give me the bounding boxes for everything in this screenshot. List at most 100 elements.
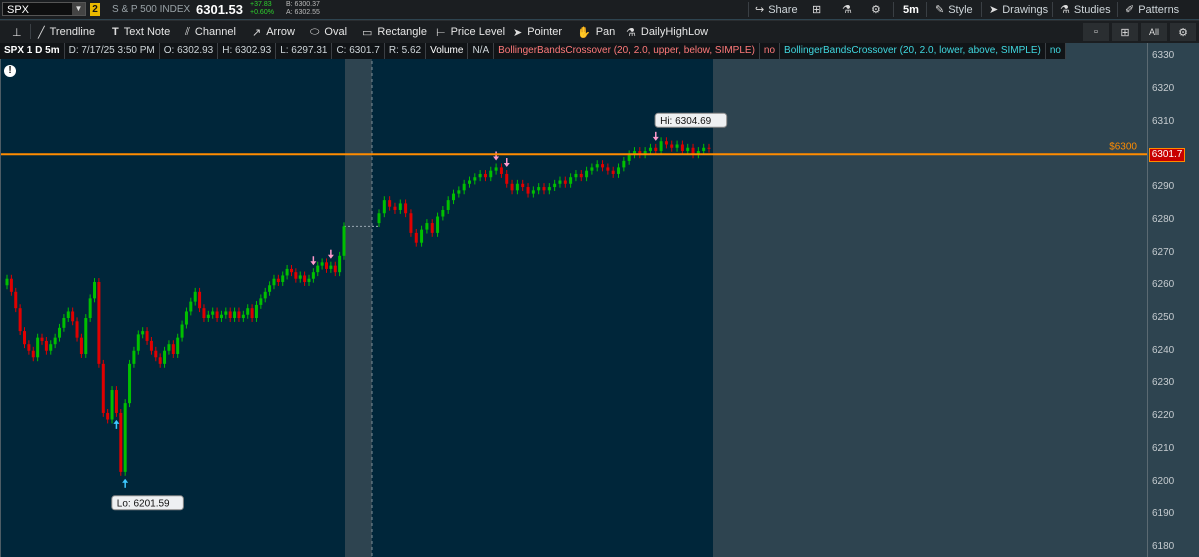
all-button[interactable]: All [1141, 23, 1167, 41]
price-chart[interactable]: $6300 Hi: 6304.69 Lo: 6201.59 [1, 43, 1148, 557]
candle-body [23, 331, 27, 345]
multi-layout-button[interactable]: ⊞ [1112, 23, 1138, 41]
candle-body [215, 311, 219, 319]
candle-body [110, 390, 114, 420]
candle-body [526, 187, 530, 194]
candle-body [211, 311, 215, 315]
settings-button[interactable]: ⚙ [871, 0, 885, 19]
candle-body [324, 262, 328, 269]
candle-body [316, 265, 320, 273]
link-group-badge[interactable]: 2 [90, 3, 100, 16]
tool-trendline[interactable]: ╱ Trendline [38, 21, 95, 43]
candle-body [237, 311, 241, 319]
symbol-dropdown-icon[interactable]: ▼ [72, 3, 85, 15]
candle-body [521, 183, 525, 188]
chart-gear-icon: ⚙ [1178, 26, 1188, 39]
all-icon: All [1148, 27, 1159, 37]
header-bar: SPX ▼ 2 S & P 500 INDEX 6301.53 +37.83 +… [0, 0, 1199, 19]
bar-open: O: 6302.93 [160, 43, 219, 59]
symbol-selector[interactable]: SPX ▼ [2, 2, 86, 16]
share-button[interactable]: ↪ Share [755, 0, 798, 19]
studies-button[interactable]: ⚗ Studies [1060, 0, 1111, 19]
candle-body [276, 278, 280, 282]
tool-arrow[interactable]: ↗ Arrow [252, 21, 295, 43]
candle-body [585, 170, 589, 178]
pin-icon: ⊥ [12, 26, 22, 39]
candle-body [132, 350, 136, 364]
candle-body [611, 170, 615, 174]
drawing-toolbar: ⊥ ╱ Trendline T Text Note ⫽ Channel ↗ Arrow … [0, 20, 1199, 43]
tool-daily-high-low[interactable]: ⚗ DailyHighLow [626, 21, 708, 43]
single-layout-button[interactable]: ▫ [1083, 23, 1109, 41]
candle-body [246, 308, 250, 315]
candle-body [289, 268, 293, 273]
candle-body [263, 291, 267, 299]
price-tick: 6290 [1152, 181, 1175, 193]
cursor-icon: ➤ [989, 4, 999, 16]
candle-body [62, 318, 66, 328]
study-lower-crossover[interactable]: BollingerBandsCrossover (20, 2.0, lower,… [780, 43, 1046, 59]
price-axis[interactable]: 6330632063106300629062806270626062506240… [1147, 43, 1199, 557]
candle-body [136, 334, 140, 351]
tool-oval[interactable]: ⬭ Oval [310, 21, 347, 43]
candle-body [66, 311, 70, 319]
candle-body [198, 291, 202, 309]
price-tick: 6180 [1152, 541, 1175, 553]
study-info-bar: SPX 1 D 5m D: 7/17/25 3:50 PM O: 6302.93… [0, 43, 1066, 59]
candles-layer [5, 43, 711, 557]
study-upper-crossover[interactable]: BollingerBandsCrossover (20, 2.0, upper,… [494, 43, 760, 59]
tool-text-note[interactable]: T Text Note [112, 21, 170, 43]
tool-rectangle[interactable]: ▭ Rectangle [362, 21, 427, 43]
candle-body [154, 350, 158, 358]
patterns-button[interactable]: ✐ Patterns [1125, 0, 1179, 19]
candle-body [478, 173, 482, 178]
style-button[interactable]: ✎ Style [935, 0, 973, 19]
grid-layout-button[interactable]: ⊞ [812, 0, 825, 19]
multi-layout-icon: ⊞ [1120, 26, 1130, 39]
last-price-tag-text: 6301.7 [1151, 149, 1183, 160]
candle-body [329, 265, 333, 269]
flask-button[interactable]: ⚗ [842, 0, 856, 19]
candle-body [333, 265, 337, 273]
price-tick: 6190 [1152, 508, 1175, 520]
price-tick: 6220 [1152, 410, 1175, 422]
candle-body [40, 337, 44, 341]
price-tick: 6200 [1152, 475, 1175, 487]
tool-channel[interactable]: ⫽ Channel [185, 21, 236, 43]
candle-body [224, 311, 228, 315]
symbol-text: SPX [7, 4, 30, 16]
chart-area[interactable]: $6300 Hi: 6304.69 Lo: 6201.59 [0, 43, 1148, 557]
tool-pan[interactable]: ✋ Pan [577, 21, 615, 43]
candle-body [31, 350, 35, 358]
candle-body [702, 147, 706, 152]
candle-body [320, 262, 324, 266]
volume-value: N/A [468, 43, 495, 59]
last-price: 6301.53 [196, 2, 243, 17]
candle-body [97, 281, 101, 364]
candle-body [382, 200, 386, 214]
candle-body [84, 318, 88, 355]
tool-pointer[interactable]: ➤ Pointer [513, 21, 562, 43]
candle-body [547, 187, 551, 191]
candle-body [430, 223, 434, 233]
candle-body [101, 363, 105, 413]
timeframe-button[interactable]: 5m [903, 0, 919, 19]
hi-label: Hi: 6304.69 [660, 116, 712, 127]
drawings-button[interactable]: ➤ Drawings [989, 0, 1048, 19]
net-change: +37.83 [250, 1, 272, 8]
oval-icon: ⬭ [310, 25, 320, 38]
candle-body [670, 144, 674, 148]
patterns-icon: ✐ [1125, 4, 1135, 16]
candle-body [158, 357, 162, 364]
pointer-icon: ➤ [513, 26, 523, 39]
price-tick: 6230 [1152, 377, 1175, 389]
candle-body [569, 177, 573, 184]
gear-icon: ⚙ [871, 4, 881, 16]
candle-body [171, 344, 175, 355]
alert-icon[interactable]: ! [4, 65, 16, 77]
tool-price-level[interactable]: ⊢ Price Level [436, 21, 505, 43]
pin-button[interactable]: ⊥ [12, 21, 27, 43]
sell-signal-arrowhead [493, 156, 500, 161]
chart-settings-button[interactable]: ⚙ [1170, 23, 1196, 41]
candle-body [675, 144, 679, 148]
